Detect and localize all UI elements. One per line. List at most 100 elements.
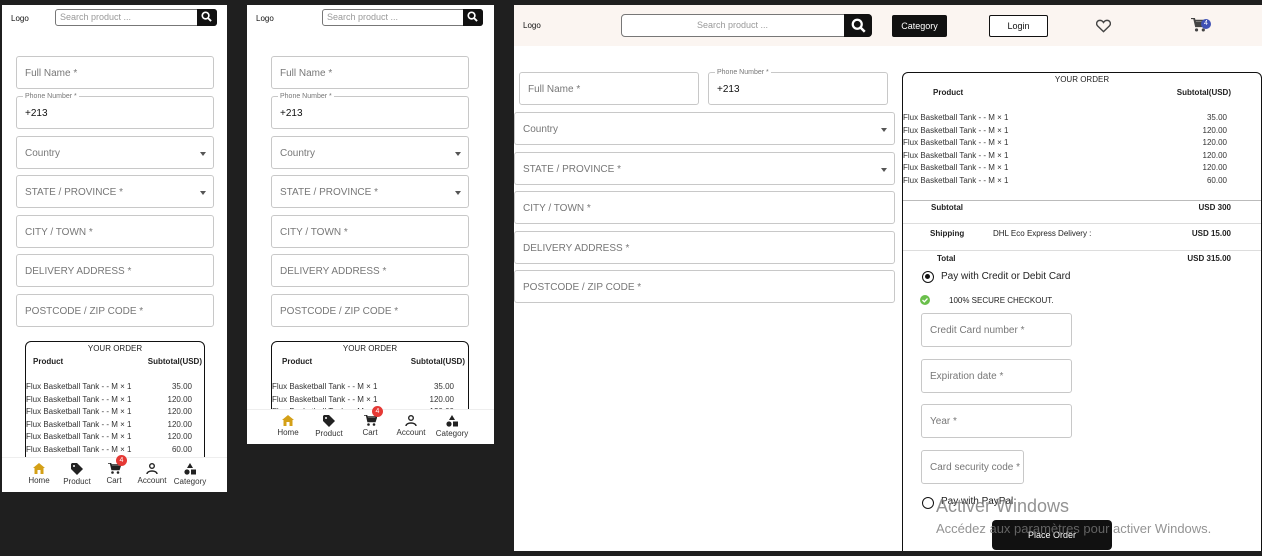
order-row: Flux Basketball Tank - - M × 1120.00 xyxy=(26,395,192,404)
shapes-icon xyxy=(184,463,196,475)
city-field[interactable]: CITY / TOWN * xyxy=(514,191,895,224)
chevron-down-icon xyxy=(200,152,206,156)
bottom-nav: Home Product Cart 4 Account Category xyxy=(247,406,494,444)
desktop-header: Logo Search product ... Category Login 4 xyxy=(514,5,1262,46)
phone-field[interactable]: Phone Number * +213 xyxy=(708,69,888,105)
tag-icon xyxy=(71,463,83,475)
search-input[interactable]: Search product ... xyxy=(55,9,217,26)
order-row: Flux Basketball Tank - - M × 1 35.00 xyxy=(903,113,1227,122)
total-value: USD 315.00 xyxy=(1187,254,1231,263)
card-radio[interactable] xyxy=(922,271,934,283)
order-summary: YOUR ORDER Product Subtotal(USD) Flux Ba… xyxy=(25,341,205,471)
chevron-down-icon xyxy=(455,191,461,195)
security-code-field[interactable]: Card security code * xyxy=(921,450,1024,484)
divider xyxy=(903,223,1261,224)
order-row: Flux Basketball Tank - - M × 1120.00 xyxy=(903,138,1227,147)
address-field[interactable]: DELIVERY ADDRESS * xyxy=(16,254,214,287)
order-row: Flux Basketball Tank - - M × 1 35.00 xyxy=(26,382,192,391)
search-input[interactable]: Search product ... xyxy=(322,9,483,26)
cart-badge: 4 xyxy=(116,455,127,466)
mobile-header: Logo Search product ... xyxy=(247,5,494,31)
phone-field[interactable]: Phone Number * +213 xyxy=(16,93,214,129)
nav-product[interactable]: Product xyxy=(309,410,349,438)
country-select[interactable]: Country xyxy=(514,112,895,145)
nav-account[interactable]: Account xyxy=(391,410,431,437)
order-row: Flux Basketball Tank - - M × 1120.00 xyxy=(903,126,1227,135)
nav-category[interactable]: Category xyxy=(170,458,210,486)
country-select[interactable]: Country xyxy=(271,136,469,169)
state-select[interactable]: STATE / PROVINCE * xyxy=(16,175,214,208)
nav-cart[interactable]: Cart 4 xyxy=(94,455,134,485)
nav-home[interactable]: Home xyxy=(19,458,59,485)
nav-cart[interactable]: Cart 4 xyxy=(350,406,390,437)
order-row: Flux Basketball Tank - - M × 1120.00 xyxy=(26,407,192,416)
expiration-field[interactable]: Expiration date * xyxy=(921,359,1072,393)
divider xyxy=(903,200,1261,201)
shapes-icon xyxy=(446,415,458,427)
state-select[interactable]: STATE / PROVINCE * xyxy=(514,152,895,185)
nav-product[interactable]: Product xyxy=(57,458,97,486)
tag-icon xyxy=(323,415,335,427)
person-icon xyxy=(146,463,158,474)
postcode-field[interactable]: POSTCODE / ZIP CODE * xyxy=(271,294,469,327)
person-icon xyxy=(405,415,417,426)
search-input[interactable]: Search product ... xyxy=(621,14,872,37)
order-row: Flux Basketball Tank - - M × 1120.00 xyxy=(272,395,454,404)
logo[interactable]: Logo xyxy=(523,21,541,30)
order-row: Flux Basketball Tank - - M × 1 60.00 xyxy=(903,176,1227,185)
shipping-label: Shipping xyxy=(930,229,965,238)
subtotal-label: Subtotal xyxy=(931,203,963,212)
desktop-view: Logo Search product ... Category Login 4… xyxy=(514,5,1262,551)
check-circle-icon xyxy=(920,295,930,305)
divider xyxy=(903,250,1261,251)
nav-home[interactable]: Home xyxy=(268,410,308,437)
home-icon xyxy=(33,463,45,474)
address-field[interactable]: DELIVERY ADDRESS * xyxy=(514,231,895,264)
total-label: Total xyxy=(937,254,956,263)
country-select[interactable]: Country xyxy=(16,136,214,169)
bottom-nav: Home Product Cart 4 Account Category xyxy=(2,455,227,492)
year-field[interactable]: Year * xyxy=(921,404,1072,438)
city-field[interactable]: CITY / TOWN * xyxy=(16,215,214,248)
postcode-field[interactable]: POSTCODE / ZIP CODE * xyxy=(16,294,214,327)
search-icon xyxy=(851,18,866,33)
order-row: Flux Basketball Tank - - M × 1 60.00 xyxy=(26,445,192,454)
logo[interactable]: Logo xyxy=(256,14,274,23)
cart-badge: 4 xyxy=(1201,19,1211,29)
address-field[interactable]: DELIVERY ADDRESS * xyxy=(271,254,469,287)
order-row: Flux Basketball Tank - - M × 1120.00 xyxy=(26,432,192,441)
nav-account[interactable]: Account xyxy=(132,458,172,485)
postcode-field[interactable]: POSTCODE / ZIP CODE * xyxy=(514,270,895,303)
cart-badge: 4 xyxy=(372,406,383,417)
chevron-down-icon xyxy=(455,152,461,156)
city-field[interactable]: CITY / TOWN * xyxy=(271,215,469,248)
state-select[interactable]: STATE / PROVINCE * xyxy=(271,175,469,208)
full-name-field[interactable]: Full Name * xyxy=(519,72,699,105)
chevron-down-icon xyxy=(881,168,887,172)
chevron-down-icon xyxy=(881,128,887,132)
full-name-field[interactable]: Full Name * xyxy=(16,56,214,89)
card-option-label: Pay with Credit or Debit Card xyxy=(941,271,1071,282)
login-button[interactable]: Login xyxy=(989,15,1048,37)
card-number-field[interactable]: Credit Card number * xyxy=(921,313,1072,347)
order-row: Flux Basketball Tank - - M × 1120.00 xyxy=(903,163,1227,172)
heart-icon[interactable] xyxy=(1096,19,1111,33)
search-button[interactable] xyxy=(844,14,872,37)
mobile-header: Logo Search product ... xyxy=(2,5,227,31)
order-row: Flux Basketball Tank - - M × 1120.00 xyxy=(903,151,1227,160)
mobile-view-1: Logo Search product ... Full Name * Phon… xyxy=(2,5,227,492)
search-button[interactable] xyxy=(463,9,483,26)
order-row: Flux Basketball Tank - - M × 1120.00 xyxy=(26,420,192,429)
nav-category[interactable]: Category xyxy=(432,410,472,438)
phone-field[interactable]: Phone Number * +213 xyxy=(271,93,469,129)
logo[interactable]: Logo xyxy=(11,14,29,23)
cart-link[interactable]: 4 xyxy=(1191,17,1213,36)
order-summary: YOUR ORDER Product Subtotal(USD) Flux Ba… xyxy=(902,72,1262,551)
chevron-down-icon xyxy=(200,191,206,195)
subtotal-value: USD 300 xyxy=(1198,203,1231,212)
category-button[interactable]: Category xyxy=(892,15,947,37)
search-button[interactable] xyxy=(197,9,217,26)
paypal-radio[interactable] xyxy=(922,497,934,509)
full-name-field[interactable]: Full Name * xyxy=(271,56,469,89)
order-row: Flux Basketball Tank - - M × 1 35.00 xyxy=(272,382,454,391)
